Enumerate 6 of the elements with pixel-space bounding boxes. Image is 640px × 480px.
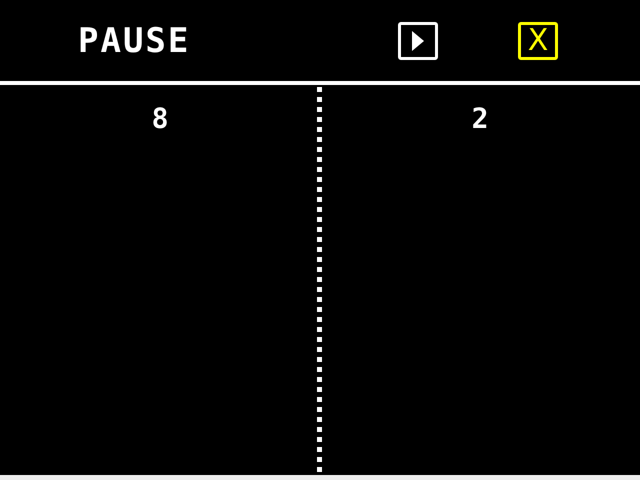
- score: 8: [152, 105, 168, 133]
- play-button[interactable]: [398, 22, 438, 60]
- play-icon: [411, 30, 425, 52]
- pause-title: PAUSE: [78, 24, 192, 58]
- close-button[interactable]: X: [518, 22, 558, 60]
- score: 2: [472, 105, 488, 133]
